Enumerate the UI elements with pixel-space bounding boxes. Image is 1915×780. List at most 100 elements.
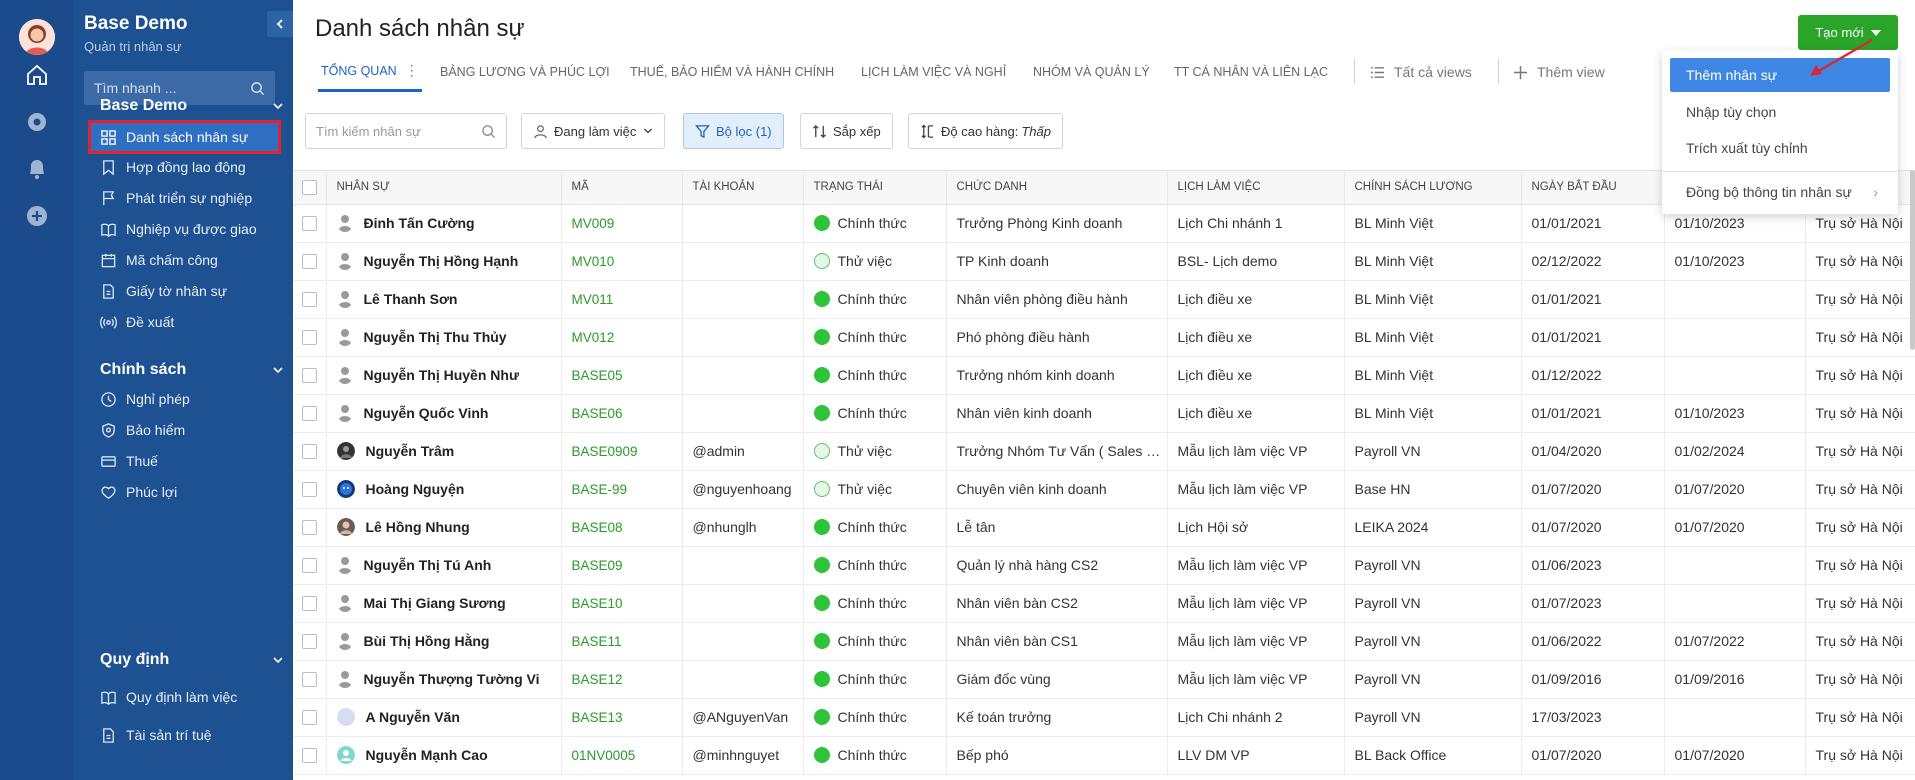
table-row[interactable]: Nguyễn Quốc Vinh BASE06 Chính thức Nhân viê… (293, 394, 1915, 433)
employee-name-cell[interactable]: A Nguyễn Văn (326, 698, 562, 737)
column-header[interactable]: LỊCH LÀM VIỆC (1167, 171, 1345, 205)
employee-name-cell[interactable]: Nguyễn Mạnh Cao (326, 736, 562, 775)
employee-name[interactable]: Nguyễn Thị Hồng Hạnh (364, 253, 519, 269)
employee-name-cell[interactable]: Bùi Thị Hồng Hằng (326, 622, 562, 661)
column-header[interactable]: MÃ (561, 171, 683, 205)
sidebar-section-policies[interactable]: Chính sách (100, 361, 284, 379)
filter-button[interactable]: Bộ lọc (1) (683, 113, 784, 149)
table-row[interactable]: Mai Thị Giang Sương BASE10 Chính thức Nhân … (293, 584, 1915, 623)
row-checkbox[interactable] (293, 698, 327, 737)
row-checkbox[interactable] (293, 584, 327, 623)
row-checkbox[interactable] (293, 204, 327, 243)
add-circle-icon[interactable] (25, 204, 49, 228)
column-header[interactable]: NGÀY BẮT ĐẦU (1521, 171, 1665, 205)
table-row[interactable]: Nguyễn Thị Tú Anh BASE09 Chính thức Quản lý… (293, 546, 1915, 585)
employee-name[interactable]: Nguyễn Trâm (366, 443, 455, 459)
sidebar-item-intellectual-property[interactable]: Tài sản trí tuệ (88, 718, 281, 752)
employee-name-cell[interactable]: Nguyễn Thị Hồng Hạnh (326, 242, 562, 281)
sidebar-item-welfare[interactable]: Phúc lợi (88, 475, 281, 509)
employee-name-cell[interactable]: Đinh Tấn Cường (326, 204, 562, 243)
column-header[interactable]: CHỨC DANH (946, 171, 1168, 205)
table-row[interactable]: Nguyễn Thị Hồng Hạnh MV010 Thử việc TP Kinh… (293, 242, 1915, 281)
row-checkbox[interactable] (293, 242, 327, 281)
table-row[interactable]: Nguyễn Thượng Tường Vi BASE12 Chính thức Gi… (293, 660, 1915, 699)
menu-item-sync-employee-info[interactable]: Đồng bộ thông tin nhân sự › (1670, 175, 1890, 209)
more-vertical-icon[interactable]: ⋮ (405, 62, 419, 79)
employee-name-cell[interactable]: Hoàng Nguyện (326, 470, 562, 509)
table-row[interactable]: Bùi Thị Hồng Hằng BASE11 Chính thức Nhân vi… (293, 622, 1915, 661)
tab-overview[interactable]: TỔNG QUAN ⋮ (318, 52, 422, 92)
employee-name[interactable]: Mai Thị Giang Sương (364, 595, 506, 611)
tab-personal-contact[interactable]: TT CÁ NHÂN VÀ LIÊN LẠC (1174, 52, 1328, 92)
employee-name[interactable]: Hoàng Nguyện (366, 481, 465, 497)
table-scrollbar[interactable] (1910, 170, 1915, 350)
sidebar-item-tax[interactable]: Thuế (88, 444, 281, 478)
employee-name-cell[interactable]: Lê Hồng Nhung (326, 508, 562, 547)
employee-name[interactable]: Đinh Tấn Cường (364, 215, 475, 231)
employee-name-cell[interactable]: Nguyễn Thị Thu Thủy (326, 318, 562, 357)
sidebar-section-base-demo[interactable]: Base Demo (100, 97, 284, 115)
tab-schedule-leave[interactable]: LỊCH LÀM VIỆC VÀ NGHỈ (861, 52, 1006, 92)
add-view-button[interactable]: Thêm view (1513, 52, 1605, 92)
table-row[interactable]: Lê Hồng Nhung BASE08 @nhunglh Chính thức Lễ … (293, 508, 1915, 547)
row-checkbox[interactable] (293, 318, 327, 357)
table-row[interactable]: Nguyễn Thị Thu Thủy MV012 Chính thức Phó ph… (293, 318, 1915, 357)
employee-name[interactable]: Nguyễn Quốc Vinh (364, 405, 489, 421)
column-header[interactable]: TÀI KHOẢN (682, 171, 804, 205)
sidebar-item-leave[interactable]: Nghỉ phép (88, 382, 281, 416)
employee-name[interactable]: Lê Thanh Sơn (364, 291, 458, 307)
employee-name-cell[interactable]: Mai Thị Giang Sương (326, 584, 562, 623)
employee-name[interactable]: Nguyễn Thị Huyền Như (364, 367, 520, 383)
sidebar-item-assigned-tasks[interactable]: Nghiệp vụ được giao (88, 212, 281, 246)
sidebar-item-employee-list[interactable]: Danh sách nhân sự (88, 120, 281, 154)
row-checkbox[interactable] (293, 470, 327, 509)
bell-icon[interactable] (25, 157, 49, 181)
sort-button[interactable]: Sắp xếp (800, 113, 893, 149)
sidebar-item-work-regulations[interactable]: Quy định làm việc (88, 680, 281, 714)
sidebar-item-labor-contract[interactable]: Hợp đồng lao động (88, 150, 281, 184)
row-checkbox[interactable] (293, 356, 327, 395)
employee-name[interactable]: Lê Hồng Nhung (366, 519, 470, 535)
sidebar-item-career-development[interactable]: Phát triển sự nghiệp (88, 181, 281, 215)
employee-name-cell[interactable]: Nguyễn Thị Tú Anh (326, 546, 562, 585)
employee-name[interactable]: Nguyễn Thượng Tường Vi (364, 671, 540, 687)
sidebar-item-timekeeping-code[interactable]: Mã chấm công (88, 243, 281, 277)
employee-name-cell[interactable]: Nguyễn Trâm (326, 432, 562, 471)
table-row[interactable]: Hoàng Nguyện BASE-99 @nguyenhoang Thử việc C… (293, 470, 1915, 509)
row-checkbox[interactable] (293, 736, 327, 775)
sidebar-item-hr-documents[interactable]: Giấy tờ nhân sự (88, 274, 281, 308)
table-row[interactable]: Nguyễn Trâm BASE0909 @admin Thử việc Trưởng … (293, 432, 1915, 471)
employee-search-input[interactable]: Tìm kiếm nhân sự (305, 113, 507, 149)
select-all-checkbox[interactable] (293, 171, 327, 205)
tab-tax-insurance-admin[interactable]: THUẾ, BẢO HIỂM VÀ HÀNH CHÍNH (630, 52, 834, 92)
sidebar-item-insurance[interactable]: Bảo hiểm (88, 413, 281, 447)
employee-name-cell[interactable]: Nguyễn Thị Huyền Như (326, 356, 562, 395)
table-row[interactable]: Nguyễn Mạnh Cao 01NV0005 @minhnguyet Chính … (293, 736, 1915, 775)
employee-name[interactable]: Nguyễn Mạnh Cao (366, 747, 488, 763)
collapse-sidebar-button[interactable] (267, 11, 293, 37)
employee-name[interactable]: Nguyễn Thị Tú Anh (364, 557, 492, 573)
row-checkbox[interactable] (293, 546, 327, 585)
sidebar-section-regulations[interactable]: Quy định (100, 651, 284, 669)
row-checkbox[interactable] (293, 622, 327, 661)
table-row[interactable]: A Nguyễn Văn BASE13 @ANguyenVan Chính thức K… (293, 698, 1915, 737)
row-checkbox[interactable] (293, 660, 327, 699)
settings-icon[interactable] (25, 110, 49, 134)
row-checkbox[interactable] (293, 508, 327, 547)
row-checkbox[interactable] (293, 432, 327, 471)
employee-name[interactable]: A Nguyễn Văn (366, 709, 460, 725)
employee-name-cell[interactable]: Nguyễn Thượng Tường Vi (326, 660, 562, 699)
menu-item-custom-export[interactable]: Trích xuất tùy chỉnh (1670, 131, 1890, 165)
menu-item-custom-import[interactable]: Nhập tùy chọn (1670, 95, 1890, 129)
status-filter-dropdown[interactable]: Đang làm việc (521, 113, 666, 149)
column-header[interactable]: NHÂN SỰ (326, 171, 562, 205)
row-height-button[interactable]: Độ cao hàng: Thấp (908, 113, 1063, 149)
table-row[interactable]: Lê Thanh Sơn MV011 Chính thức Nhân viên phò… (293, 280, 1915, 319)
tab-payroll-benefits[interactable]: BẢNG LƯƠNG VÀ PHÚC LỢI (440, 52, 610, 92)
row-checkbox[interactable] (293, 394, 327, 433)
employee-name-cell[interactable]: Lê Thanh Sơn (326, 280, 562, 319)
home-icon[interactable] (25, 63, 49, 87)
all-views-button[interactable]: Tất cả views (1370, 52, 1472, 92)
table-row[interactable]: Nguyễn Thị Huyền Như BASE05 Chính thức Trưở… (293, 356, 1915, 395)
user-avatar[interactable] (19, 19, 55, 55)
